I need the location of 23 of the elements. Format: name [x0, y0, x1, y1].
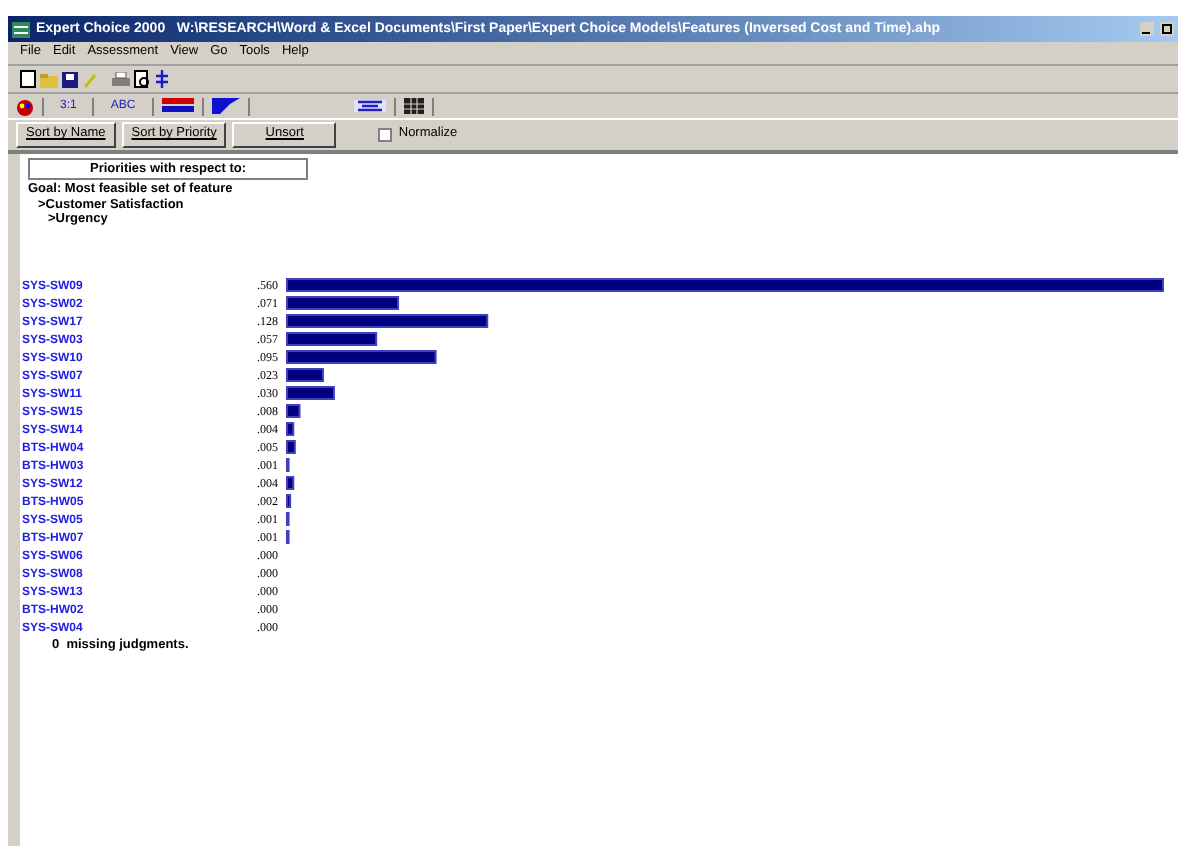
- bars-icon[interactable]: [161, 98, 194, 114]
- save-icon[interactable]: [62, 71, 78, 87]
- priority-bar: [286, 367, 324, 381]
- priority-bar: [286, 385, 335, 399]
- new-file-icon[interactable]: [20, 70, 36, 88]
- priority-bar: [286, 295, 400, 309]
- normalize-checkbox[interactable]: [378, 128, 393, 142]
- flag-icon[interactable]: [211, 98, 240, 114]
- app-icon: [12, 21, 30, 37]
- palette-icon[interactable]: [16, 97, 34, 115]
- priority-bar: [286, 493, 292, 507]
- print-icon[interactable]: [112, 71, 130, 87]
- priority-bar: [286, 331, 378, 345]
- preview-icon[interactable]: [134, 70, 150, 88]
- minimize-icon[interactable]: [1140, 22, 1154, 36]
- priority-bar: [286, 421, 295, 435]
- tree-view-icon[interactable]: [353, 100, 386, 112]
- priority-bar: [286, 403, 301, 417]
- tree-icon[interactable]: [154, 70, 170, 88]
- restore-icon[interactable]: [1160, 22, 1174, 36]
- grid-icon[interactable]: [403, 98, 424, 114]
- priority-bar: [286, 475, 295, 489]
- priority-bar: [286, 439, 296, 453]
